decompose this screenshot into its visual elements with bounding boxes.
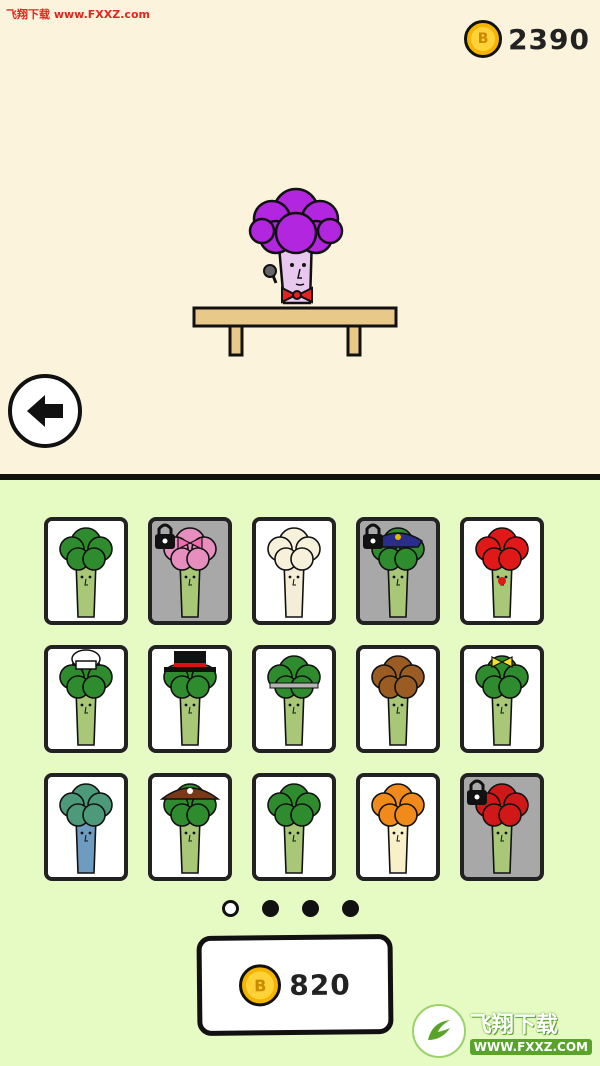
skin-card-zombie-broccoli[interactable]: [44, 773, 128, 881]
logo-url: WWW.FXXZ.COM: [469, 1039, 592, 1055]
skin-card-pink-bow-broccoli[interactable]: [148, 517, 232, 625]
page-dot-1[interactable]: [222, 900, 239, 917]
back-button[interactable]: [8, 374, 82, 448]
coin-balance: B 2390: [464, 20, 590, 58]
skin-preview-cat-afro-broccoli: [371, 655, 425, 746]
skin-card-police-broccoli[interactable]: [356, 517, 440, 625]
page-dot-3[interactable]: [302, 900, 319, 917]
skin-preview-soccer-broccoli: [267, 655, 321, 746]
page-dot-4[interactable]: [342, 900, 359, 917]
page-indicator: [222, 900, 359, 917]
page-dot-2[interactable]: [262, 900, 279, 917]
skin-card-magician-broccoli[interactable]: [148, 645, 232, 753]
skin-card-chef-broccoli[interactable]: [44, 645, 128, 753]
skin-card-soccer-broccoli[interactable]: [252, 645, 336, 753]
skin-preview-zombie-broccoli: [59, 783, 113, 874]
stage-character: [192, 185, 398, 365]
skin-preview-pirate-broccoli: [159, 783, 221, 874]
skin-card-orange-afro-broccoli[interactable]: [356, 773, 440, 881]
watermark-text: 飞翔下载 www.FXXZ.com: [6, 8, 150, 21]
skin-preview-clown-broccoli: [475, 527, 529, 618]
logo-icon: [411, 1004, 466, 1058]
skin-card-cauliflower[interactable]: [252, 517, 336, 625]
skin-card-pirate-broccoli[interactable]: [148, 773, 232, 881]
skin-preview-orange-afro-broccoli: [371, 783, 425, 874]
lock-icon: [467, 779, 487, 805]
coin-icon-letter: B: [246, 971, 275, 1000]
skin-card-underwear-broccoli[interactable]: [252, 773, 336, 881]
lock-icon: [363, 523, 383, 549]
skin-preview-chef-broccoli: [59, 649, 113, 746]
watermark-logo: 飞翔下载 WWW.FXXZ.COM: [411, 1004, 592, 1058]
coin-icon: B: [464, 20, 503, 58]
skin-preview-classic-broccoli: [59, 527, 113, 618]
skin-preview-underwear-broccoli: [267, 783, 321, 874]
skin-preview-magician-broccoli: [163, 651, 217, 746]
buy-button[interactable]: B 820: [196, 933, 394, 1037]
skin-card-basketball-broccoli[interactable]: [460, 773, 544, 881]
coin-icon-letter: B: [471, 27, 496, 51]
lock-icon: [155, 523, 175, 549]
skin-card-cheerleader-broccoli[interactable]: [460, 645, 544, 753]
skin-card-cat-afro-broccoli[interactable]: [356, 645, 440, 753]
singer-character: [192, 187, 398, 357]
price-label: 820: [289, 967, 351, 1002]
logo-title: 飞翔下载: [469, 1013, 558, 1038]
skin-preview-cheerleader-broccoli: [475, 655, 529, 746]
skin-grid: [44, 517, 549, 881]
skin-preview-cauliflower: [267, 527, 321, 618]
skin-card-classic-broccoli[interactable]: [44, 517, 128, 625]
coin-count: 2390: [508, 22, 590, 56]
arrow-left-icon: [27, 395, 63, 427]
skin-card-clown-broccoli[interactable]: [460, 517, 544, 625]
coin-icon: B: [239, 964, 282, 1007]
